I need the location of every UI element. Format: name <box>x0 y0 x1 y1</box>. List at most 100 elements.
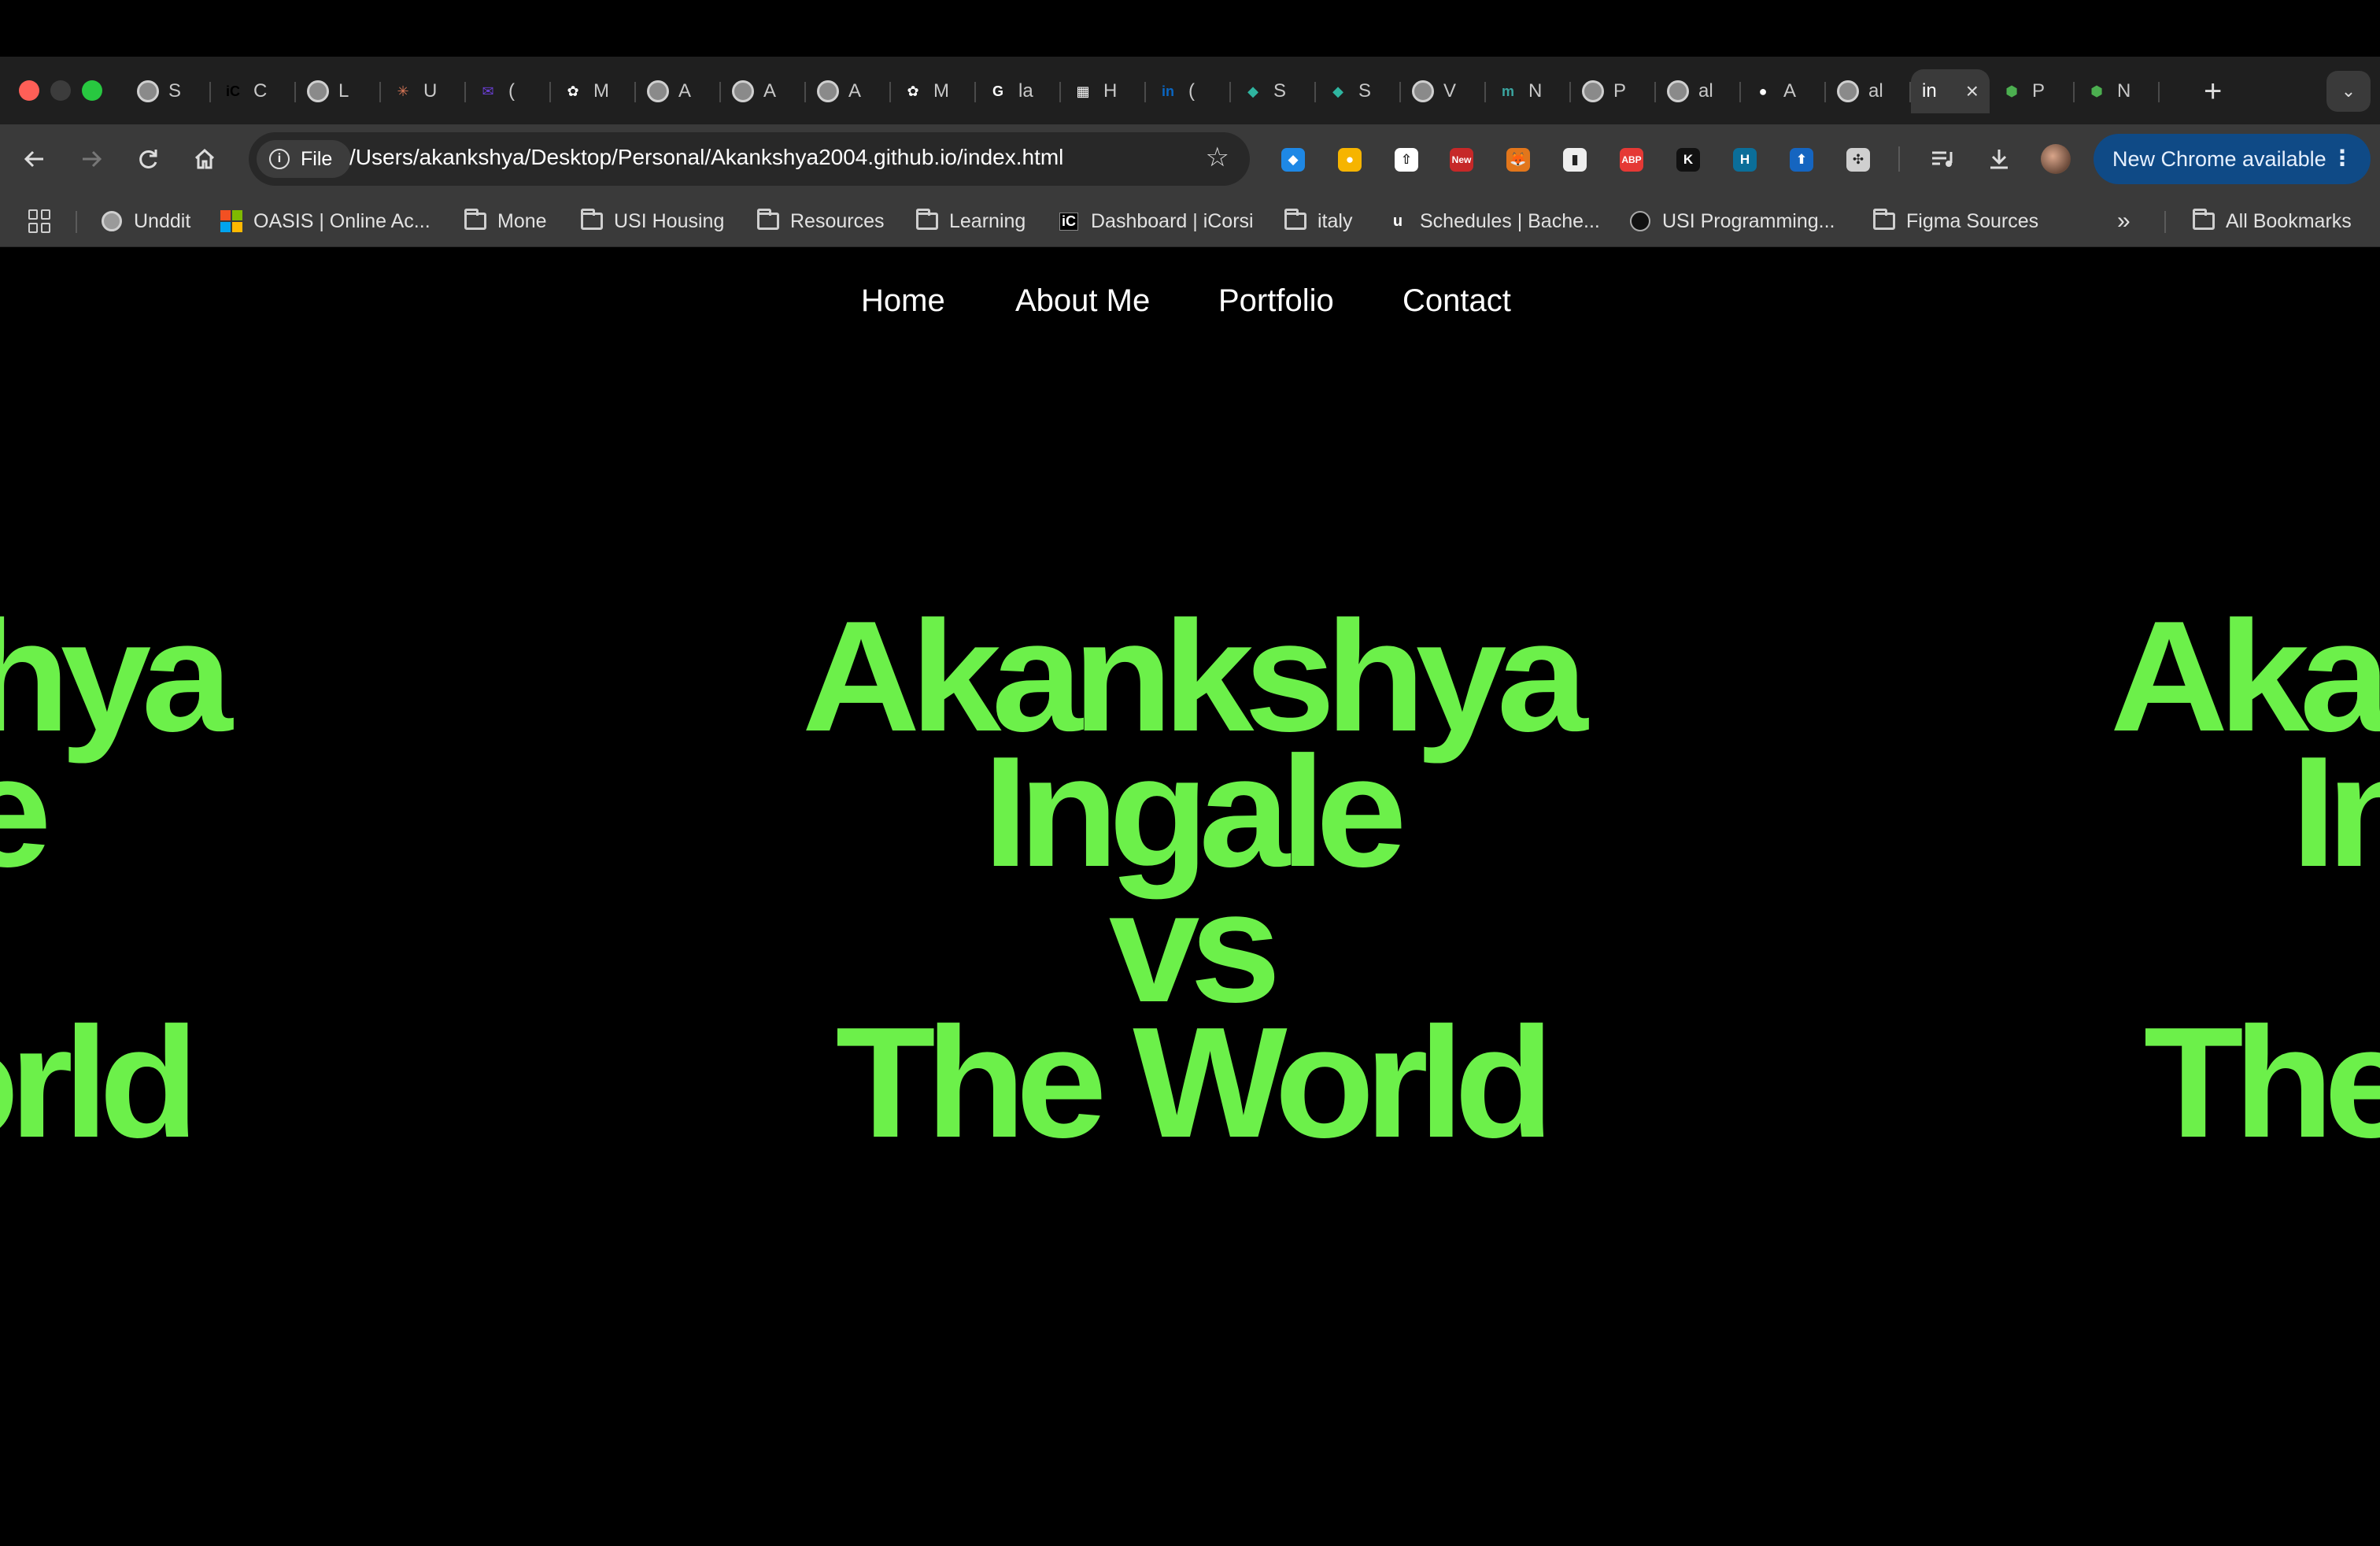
bookmark-item[interactable]: Figma Sources <box>1873 208 2038 235</box>
keep-extension-icon[interactable]: ● <box>1338 148 1362 172</box>
zoom-window-button[interactable] <box>82 80 102 101</box>
minimize-window-button[interactable] <box>50 80 71 101</box>
tab[interactable]: ▦ H <box>1061 69 1146 113</box>
tab[interactable]: al <box>1826 69 1911 113</box>
tab[interactable]: A <box>721 69 806 113</box>
profile-button[interactable] <box>2037 140 2075 178</box>
tab-active[interactable]: in × <box>1911 69 1990 113</box>
forward-arrow-icon <box>83 150 102 168</box>
home-button[interactable] <box>186 140 224 178</box>
tab-title: al <box>1698 80 1713 102</box>
bookmark-label: Schedules | Bache... <box>1420 209 1600 232</box>
tab[interactable]: al <box>1656 69 1741 113</box>
notion-icon: ▦ <box>1076 83 1090 99</box>
address-bar[interactable]: i File /Users/akankshya/Desktop/Personal… <box>249 132 1250 186</box>
tab[interactable]: ⬢ N <box>2075 69 2160 113</box>
all-bookmarks-label: All Bookmarks <box>2226 209 2352 232</box>
bookmark-item[interactable]: Unddit <box>101 208 190 235</box>
clipboard-extension-icon[interactable]: ▮ <box>1563 148 1587 172</box>
metamask-extension-icon[interactable]: 🦊 <box>1506 148 1530 172</box>
url-text[interactable]: /Users/akankshya/Desktop/Personal/Akanks… <box>349 145 1063 170</box>
forward-button[interactable] <box>72 140 110 178</box>
hero-line: The World <box>2143 995 2380 1171</box>
h-extension-icon[interactable]: H <box>1733 148 1757 172</box>
chatgpt-icon: ✿ <box>907 83 919 99</box>
k-extension-icon[interactable]: K <box>1676 148 1700 172</box>
bookmark-label: Figma Sources <box>1906 209 2039 232</box>
new-tab-button[interactable]: + <box>2204 76 2222 107</box>
tab[interactable]: ✿ M <box>891 69 976 113</box>
bookmark-item[interactable]: Mone <box>464 208 547 235</box>
close-window-button[interactable] <box>19 80 39 101</box>
bookmark-item[interactable]: Learning <box>916 208 1026 235</box>
mail-icon: ✉ <box>482 83 494 99</box>
tab-title: in <box>1922 80 1937 102</box>
downloads-button[interactable] <box>1980 140 2018 178</box>
nav-contact-link[interactable]: Contact <box>1402 283 1511 319</box>
icorsi-icon: iC <box>1058 210 1080 232</box>
globe-icon <box>647 80 669 102</box>
tab[interactable]: ✿ M <box>551 69 636 113</box>
bookmark-item[interactable]: OASIS | Online Ac... <box>220 208 431 235</box>
puzzle-extensions-icon[interactable]: ✣ <box>1846 148 1870 172</box>
tab[interactable]: ● A <box>1741 69 1826 113</box>
icorsi-icon: iC <box>226 83 240 99</box>
tab[interactable]: Gla <box>976 69 1061 113</box>
media-control-button[interactable] <box>1924 140 1961 178</box>
tab[interactable]: A <box>806 69 891 113</box>
gem-extension-icon[interactable]: ◆ <box>1281 148 1305 172</box>
bookmarks-bar: Unddit OASIS | Online Ac... Mone USI Housin… <box>0 194 2380 247</box>
folder-icon <box>1873 209 1895 232</box>
bookmark-item[interactable]: italy <box>1284 208 1352 235</box>
tab-title: H <box>1103 80 1118 102</box>
globe-icon <box>817 80 839 102</box>
tab[interactable]: ◆ S <box>1316 69 1401 113</box>
nav-about-link[interactable]: About Me <box>1015 283 1150 319</box>
back-button[interactable] <box>16 140 54 178</box>
site-info-chip[interactable]: i File <box>257 140 352 178</box>
upload-extension-icon[interactable]: ⇧ <box>1395 148 1418 172</box>
home-icon <box>194 148 215 169</box>
tab[interactable]: ⬢ P <box>1990 69 2075 113</box>
bookmarks-overflow-button[interactable]: » <box>2117 208 2131 235</box>
nav-portfolio-link[interactable]: Portfolio <box>1218 283 1334 319</box>
new-chrome-available-button[interactable]: New Chrome available ⋮ <box>2094 134 2371 184</box>
folder-icon <box>916 209 938 232</box>
adblock-extension-icon[interactable]: ABP <box>1620 148 1643 172</box>
tab[interactable]: mN <box>1486 69 1571 113</box>
close-tab-icon[interactable]: × <box>1966 79 1979 104</box>
all-bookmarks-button[interactable]: All Bookmarks <box>2193 208 2352 235</box>
tab[interactable]: ◆ S <box>1231 69 1316 113</box>
tab[interactable]: S <box>126 69 211 113</box>
tab[interactable]: V <box>1401 69 1486 113</box>
bookmark-item[interactable]: Resources <box>757 208 885 235</box>
tab[interactable]: ✉( <box>466 69 551 113</box>
tab[interactable]: P <box>1571 69 1656 113</box>
tab[interactable]: A <box>636 69 721 113</box>
download-icon <box>1990 150 2008 169</box>
bookmark-item[interactable]: USI Housing <box>581 208 724 235</box>
tab-search-button[interactable]: ⌄ <box>2326 71 2371 112</box>
bookmark-item[interactable]: iC Dashboard | iCorsi <box>1058 208 1254 235</box>
site-info-label: File <box>301 147 333 170</box>
box-extension-icon[interactable]: ⬆ <box>1790 148 1813 172</box>
more-menu-icon[interactable]: ⋮ <box>2331 145 2353 171</box>
folder-icon <box>2193 209 2215 232</box>
tab-bar: SiC C L ✳ U ✉(✿ M A A A ✿ M Gla ▦ Hin(◆ S ◆ S Vm N Pal ● Aal in… <box>0 57 2380 124</box>
tab[interactable]: ✳ U <box>381 69 466 113</box>
cube-icon: ⬢ <box>2005 83 2018 99</box>
tab-title: S <box>168 80 182 102</box>
tab-title: S <box>1273 80 1287 102</box>
bookmark-item[interactable]: u Schedules | Bache... <box>1387 208 1600 235</box>
tab[interactable]: in ( <box>1146 69 1231 113</box>
bookmark-item[interactable]: USI Programming... <box>1629 208 1835 235</box>
tab-title: M <box>933 80 949 102</box>
nav-home-link[interactable]: Home <box>861 283 945 319</box>
tab[interactable]: L <box>296 69 381 113</box>
apps-grid-icon[interactable] <box>28 209 52 233</box>
reload-button[interactable] <box>129 140 167 178</box>
tab[interactable]: iC C <box>211 69 296 113</box>
tab-title: V <box>1443 80 1457 102</box>
bookmark-star-icon[interactable]: ☆ <box>1206 142 1229 173</box>
new-badge-extension-icon[interactable]: New <box>1450 148 1473 172</box>
